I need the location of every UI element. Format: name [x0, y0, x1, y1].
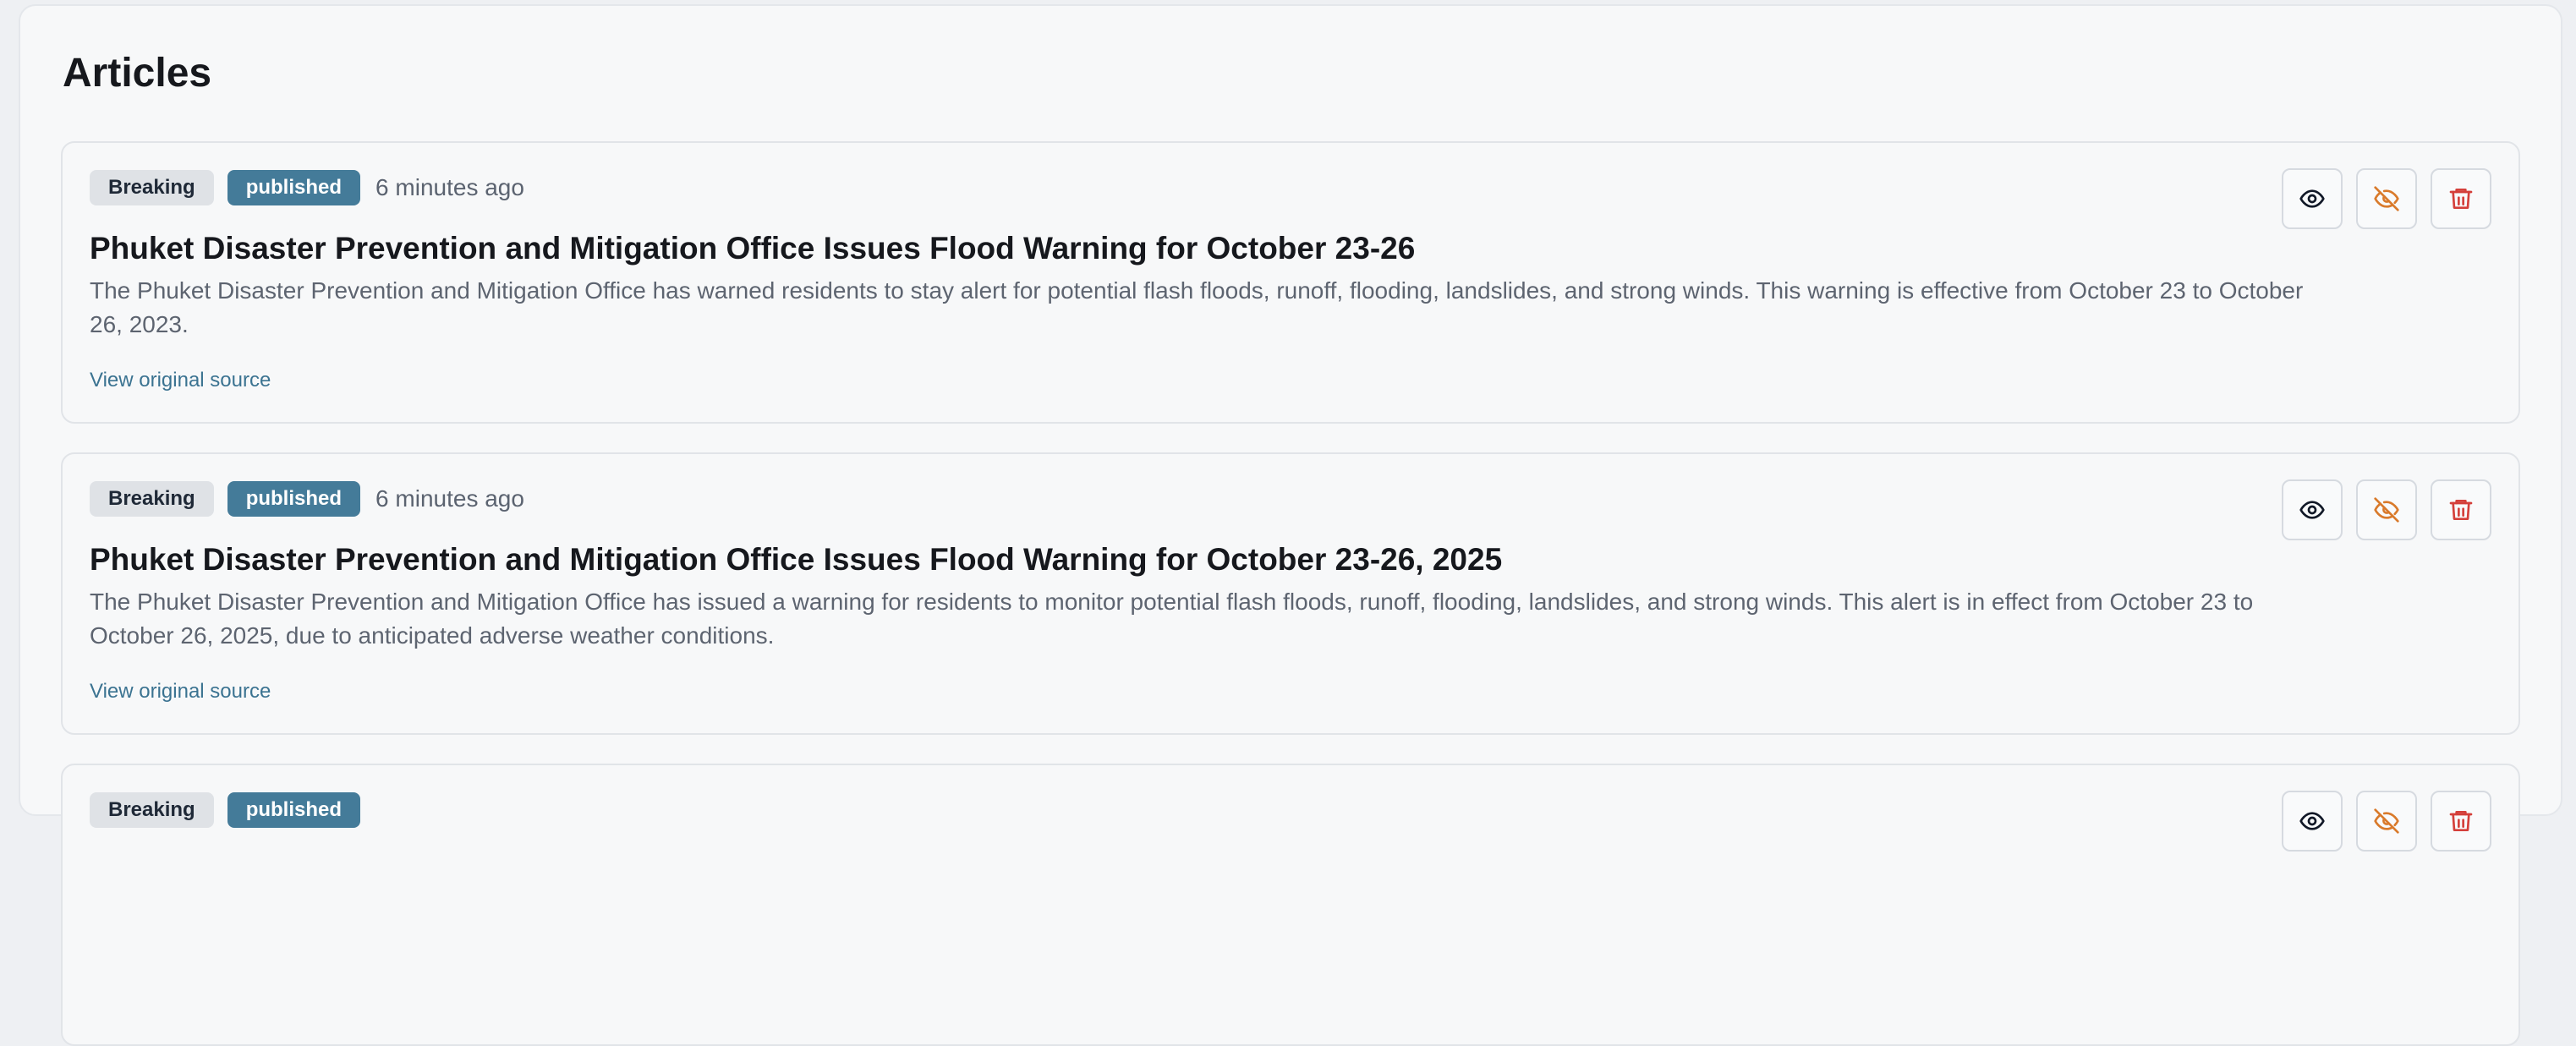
delete-button[interactable] — [2431, 479, 2491, 540]
eye-off-icon — [2373, 496, 2400, 523]
trash-icon — [2447, 496, 2475, 523]
article-title: Phuket Disaster Prevention and Mitigatio… — [90, 231, 1416, 266]
trash-icon — [2447, 808, 2475, 835]
eye-icon — [2299, 808, 2326, 835]
category-badge: Breaking — [90, 170, 214, 205]
article-title: Phuket Disaster Prevention and Mitigatio… — [90, 542, 1503, 577]
category-badge: Breaking — [90, 792, 214, 828]
article-card: Breaking published 6 minutes ago Phuket … — [61, 141, 2520, 424]
article-summary: The Phuket Disaster Prevention and Mitig… — [90, 277, 2304, 337]
article-actions — [2282, 168, 2491, 229]
status-badge: published — [227, 792, 361, 828]
articles-panel: Articles Breaking published 6 minutes ag… — [19, 4, 2562, 1046]
hide-button[interactable] — [2356, 168, 2417, 229]
eye-off-icon — [2373, 185, 2400, 212]
article-meta: Breaking published — [90, 792, 361, 828]
article-meta: Breaking published 6 minutes ago — [90, 481, 524, 517]
article-summary: The Phuket Disaster Prevention and Mitig… — [90, 589, 2254, 649]
delete-button[interactable] — [2431, 168, 2491, 229]
hide-button[interactable] — [2356, 791, 2417, 852]
article-actions — [2282, 479, 2491, 540]
article-card: Breaking published 6 minutes ago Phuket … — [61, 452, 2520, 735]
timestamp: 6 minutes ago — [375, 485, 524, 512]
category-badge: Breaking — [90, 481, 214, 517]
article-actions — [2282, 791, 2491, 852]
article-meta: Breaking published 6 minutes ago — [90, 170, 524, 205]
trash-icon — [2447, 185, 2475, 212]
hide-button[interactable] — [2356, 479, 2417, 540]
article-card: Breaking published — [61, 764, 2520, 1046]
eye-icon — [2299, 185, 2326, 212]
status-badge: published — [227, 170, 361, 205]
view-button[interactable] — [2282, 791, 2343, 852]
view-original-source-link[interactable]: View original source — [90, 679, 271, 704]
delete-button[interactable] — [2431, 791, 2491, 852]
timestamp: 6 minutes ago — [375, 174, 524, 200]
eye-icon — [2299, 496, 2326, 523]
page-title: Articles — [63, 51, 212, 96]
status-badge: published — [227, 481, 361, 517]
eye-off-icon — [2373, 808, 2400, 835]
view-button[interactable] — [2282, 479, 2343, 540]
view-original-source-link[interactable]: View original source — [90, 368, 271, 393]
view-button[interactable] — [2282, 168, 2343, 229]
